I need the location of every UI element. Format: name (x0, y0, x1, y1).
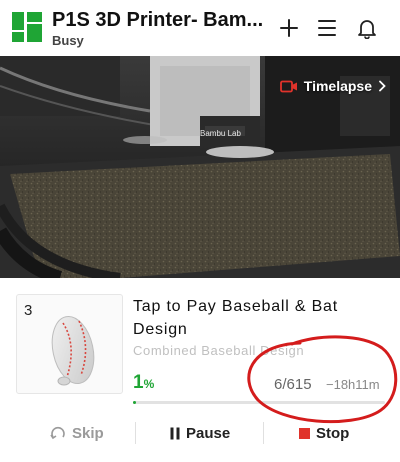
divider (263, 422, 264, 444)
progress-percent-unit: % (143, 377, 155, 391)
job-title: Tap to Pay Baseball & Bat Design (133, 298, 338, 338)
printer-name[interactable]: P1S 3D Printer- Bam... (52, 9, 272, 32)
chevron-right-icon (379, 80, 386, 92)
stop-button[interactable]: Stop (299, 418, 349, 448)
app-header: P1S 3D Printer- Bam... Busy (0, 0, 400, 56)
progress-percent: 1% (133, 372, 154, 394)
video-camera-icon (279, 80, 297, 92)
timelapse-button[interactable]: Timelapse (279, 78, 386, 94)
pause-icon (170, 427, 180, 439)
skip-icon (50, 426, 65, 440)
add-icon[interactable] (277, 16, 301, 40)
time-remaining: −18h11m (326, 377, 380, 392)
layer-count: 6/615 (274, 376, 312, 393)
camera-feed[interactable]: Bambu Lab Timelapse (0, 56, 400, 278)
timelapse-label: Timelapse (303, 78, 372, 94)
action-bar: Skip Pause Stop (0, 418, 400, 448)
menu-icon[interactable] (315, 16, 339, 40)
brand-plate: Bambu Lab (200, 129, 241, 138)
job-subtitle: Combined Baseball Design (133, 343, 305, 358)
stop-icon (299, 427, 310, 439)
pause-label: Pause (186, 424, 231, 442)
divider (135, 422, 136, 444)
print-job-card: 3 Tap to Pay Baseball & Bat Design Combi… (0, 278, 400, 462)
progress-bar (133, 401, 385, 404)
progress-bar-fill (133, 401, 137, 404)
skip-label: Skip (72, 424, 104, 442)
baseball-bat-model-icon (51, 315, 95, 386)
pause-button[interactable]: Pause (170, 418, 230, 448)
model-thumbnail[interactable]: 3 (16, 294, 123, 394)
bell-icon[interactable] (355, 16, 379, 40)
printer-status: Busy (52, 33, 84, 48)
skip-button[interactable]: Skip (50, 418, 104, 448)
progress-percent-value: 1 (133, 372, 144, 393)
stop-label: Stop (316, 424, 350, 442)
bambu-logo-icon (12, 12, 42, 42)
